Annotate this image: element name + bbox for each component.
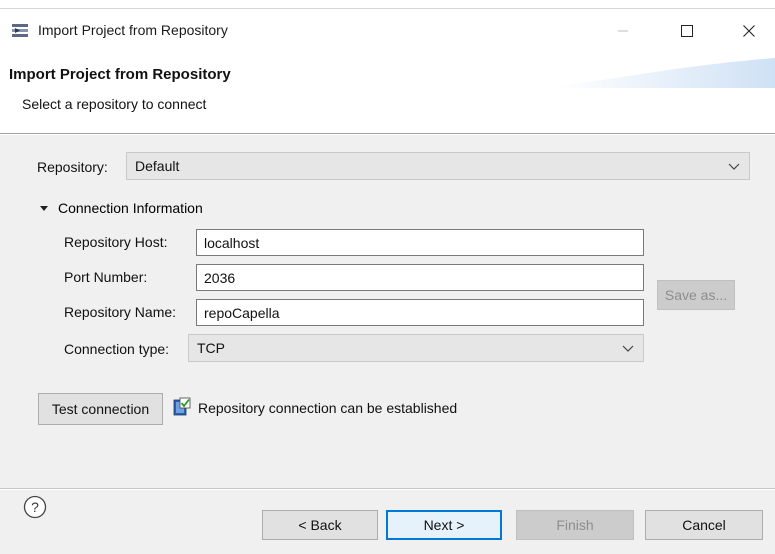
triangle-down-icon	[40, 206, 48, 211]
chevron-down-icon	[622, 345, 634, 352]
window-title: Import Project from Repository	[38, 22, 228, 38]
chevron-down-icon	[728, 163, 740, 170]
repository-name-value: repoCapella	[204, 304, 280, 321]
maximize-icon	[681, 25, 693, 37]
wizard-content: Repository: Default Connection Informati…	[0, 135, 775, 489]
connection-ok-icon	[173, 397, 191, 416]
page-title: Import Project from Repository	[9, 66, 231, 83]
close-icon	[743, 25, 755, 37]
test-connection-button[interactable]: Test connection	[38, 393, 163, 425]
save-as-button[interactable]: Save as...	[657, 280, 735, 310]
maximize-button[interactable]	[664, 16, 710, 46]
close-button[interactable]	[726, 16, 772, 46]
port-input[interactable]: 2036	[196, 264, 644, 291]
connection-type-label: Connection type:	[64, 341, 170, 357]
connection-info-toggle[interactable]: Connection Information	[39, 200, 203, 216]
import-app-icon	[12, 24, 28, 37]
port-label: Port Number:	[64, 269, 148, 285]
repository-select-value: Default	[135, 158, 180, 174]
host-input[interactable]: localhost	[196, 229, 644, 256]
banner-decoration	[555, 58, 775, 88]
title-bar: Import Project from Repository	[0, 10, 775, 52]
repository-name-input[interactable]: repoCapella	[196, 299, 644, 326]
page-subtitle: Select a repository to connect	[22, 96, 207, 112]
name-label: Repository Name:	[64, 304, 177, 320]
port-input-value: 2036	[204, 269, 236, 286]
connection-type-value: TCP	[197, 340, 225, 356]
wizard-banner: Import Project from Repository Select a …	[0, 52, 775, 134]
repository-select[interactable]: Default	[126, 152, 750, 180]
finish-button[interactable]: Finish	[516, 510, 634, 540]
top-border	[0, 0, 775, 9]
back-button[interactable]: < Back	[262, 510, 378, 540]
connection-status-text: Repository connection can be established	[198, 400, 458, 416]
host-input-value: localhost	[204, 234, 260, 251]
help-icon[interactable]: ?	[23, 495, 47, 519]
connection-type-select[interactable]: TCP	[188, 334, 644, 362]
repository-label: Repository:	[37, 159, 108, 175]
next-button[interactable]: Next >	[386, 510, 502, 540]
minimize-button[interactable]	[600, 16, 646, 46]
host-label: Repository Host:	[64, 234, 168, 250]
connection-info-label: Connection Information	[58, 200, 203, 216]
minimize-icon	[618, 30, 628, 32]
svg-text:?: ?	[31, 499, 39, 515]
cancel-button[interactable]: Cancel	[645, 510, 763, 540]
